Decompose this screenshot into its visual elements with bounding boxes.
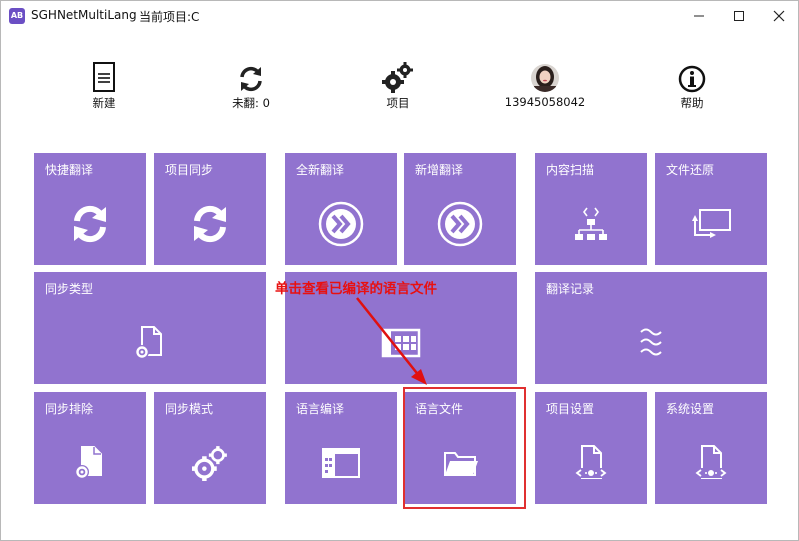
annotation-text: 单击查看已编译的语言文件 <box>275 281 437 297</box>
app-window: AB SGHNetMultiLang 当前项目:C 新建 未翻: 0 项目 13… <box>0 0 799 541</box>
annotation-arrow <box>356 297 427 385</box>
